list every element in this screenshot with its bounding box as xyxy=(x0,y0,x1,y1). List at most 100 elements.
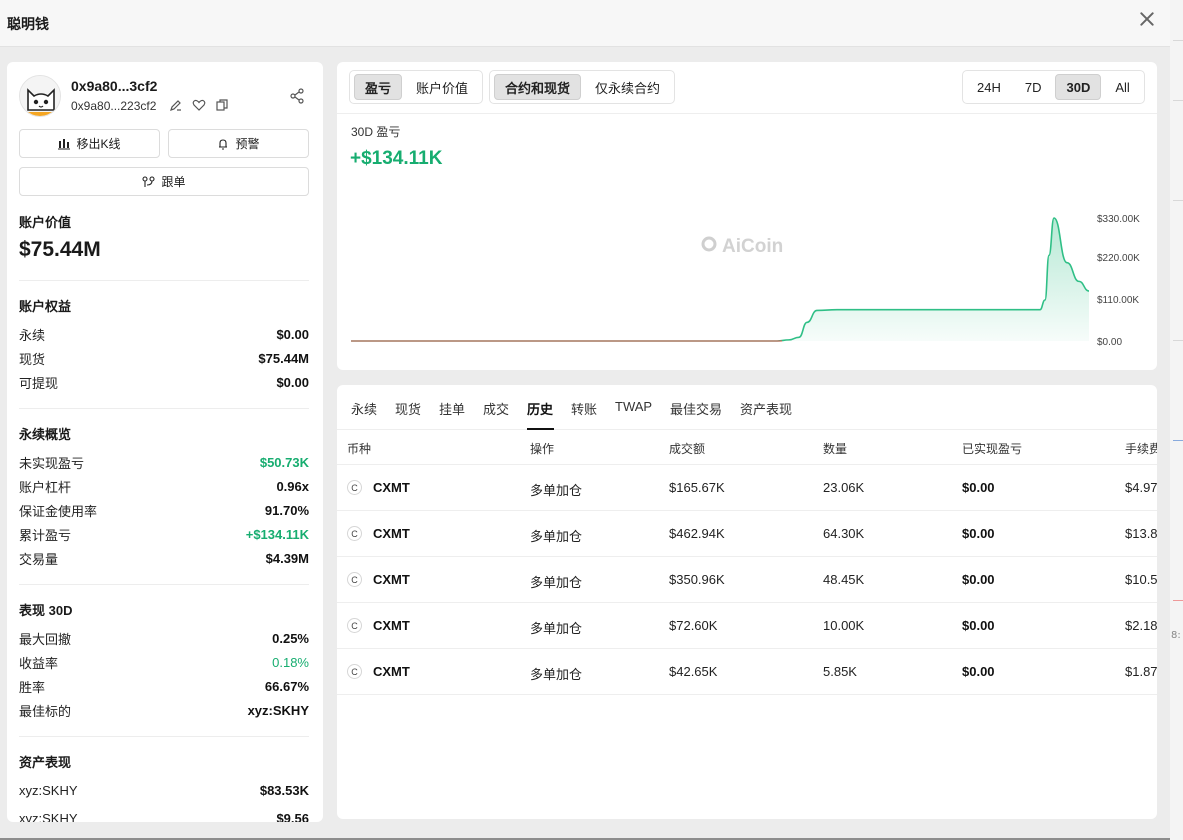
smart-money-modal: 聪明钱 0x9a80...3cf2 0x9a80...223cf2 移出K线 预… xyxy=(0,0,1170,838)
remove-kline-label: 移出K线 xyxy=(76,137,121,151)
metric-toggle: 盈亏 账户价值 xyxy=(349,70,484,104)
y-tick-label: $110.00K xyxy=(1097,295,1139,306)
table-row[interactable]: C CXMT 多单加仓 $462.94K 64.30K $0.00 $13.8 xyxy=(337,511,1157,557)
coin-icon: C xyxy=(347,526,362,541)
perp-row: 累计盈亏 +$134.11K xyxy=(19,526,309,543)
col-realized-pnl: 已实现盈亏 xyxy=(962,442,1023,456)
trade-fee: $13.8 xyxy=(1125,526,1157,541)
perp-row: 账户杠杆 0.96x xyxy=(19,478,309,495)
tab-history[interactable]: 历史 xyxy=(527,399,553,418)
trade-fee: $2.18 xyxy=(1125,618,1157,633)
tab-fills[interactable]: 成交 xyxy=(483,399,509,418)
chart-headline: +$134.11K xyxy=(350,148,443,169)
pnl-chart-card: 盈亏 账户价值 合约和现货 仅永续合约 24H 7D 30D All 30D 盈… xyxy=(337,62,1157,370)
y-tick-label: $330.00K xyxy=(1097,214,1140,225)
account-value-label: 账户价值 xyxy=(19,215,72,230)
tab-pnl[interactable]: 盈亏 xyxy=(354,74,403,100)
table-row[interactable]: C CXMT 多单加仓 $72.60K 10.00K $0.00 $2.18 xyxy=(337,603,1157,649)
background-app-strip: 8: xyxy=(1170,0,1183,840)
realized-pnl: $0.00 xyxy=(962,526,995,541)
tab-7d[interactable]: 7D xyxy=(1015,74,1052,100)
equity-title: 账户权益 xyxy=(19,299,72,314)
tab-twap[interactable]: TWAP xyxy=(615,399,652,414)
range-toggle: 24H 7D 30D All xyxy=(962,70,1145,104)
realized-pnl: $0.00 xyxy=(962,664,995,679)
trade-amount: $350.96K xyxy=(669,572,725,587)
table-row[interactable]: C CXMT 多单加仓 $42.65K 5.85K $0.00 $1.87 xyxy=(337,649,1157,695)
y-tick-label: $220.00K xyxy=(1097,253,1140,264)
perp-row: 未实现盈亏 $50.73K xyxy=(19,454,309,471)
address-actions xyxy=(169,98,229,112)
copy-icon[interactable] xyxy=(215,98,229,112)
table-row[interactable]: C CXMT 多单加仓 $165.67K 23.06K $0.00 $4.97 xyxy=(337,465,1157,511)
tab-asset-performance[interactable]: 资产表现 xyxy=(740,399,792,418)
coin-symbol: CXMT xyxy=(373,572,410,587)
coin-icon: C xyxy=(347,664,362,679)
chart-watermark: AiCoin xyxy=(701,236,783,257)
account-value: $75.44M xyxy=(19,238,101,261)
tab-spot[interactable]: 现货 xyxy=(395,399,421,418)
col-fee: 手续费 xyxy=(1125,442,1157,456)
svg-text:AiCoin: AiCoin xyxy=(722,236,783,257)
tab-24h[interactable]: 24H xyxy=(967,74,1011,100)
wallet-address-full: 0x9a80...223cf2 xyxy=(71,99,157,113)
modal-title: 聪明钱 xyxy=(7,16,49,32)
alert-label: 预警 xyxy=(235,137,260,151)
heart-icon[interactable] xyxy=(192,98,206,112)
asset-performance-title: 资产表现 xyxy=(19,755,72,770)
alert-button[interactable]: 预警 xyxy=(168,129,309,158)
trade-quantity: 5.85K xyxy=(823,664,857,679)
col-coin: 币种 xyxy=(347,442,372,456)
tab-contracts-and-spot[interactable]: 合约和现货 xyxy=(494,74,582,100)
realized-pnl: $0.00 xyxy=(962,572,995,587)
trade-action: 多单加仓 xyxy=(530,575,583,590)
trade-amount: $165.67K xyxy=(669,480,725,495)
table-tabs: 永续 现货 挂单 成交 历史 转账 TWAP 最佳交易 资产表现 xyxy=(337,385,1157,430)
table-header: 币种 操作 成交额 数量 已实现盈亏 手续费 xyxy=(337,430,1157,465)
col-action: 操作 xyxy=(530,442,555,456)
col-amount: 成交额 xyxy=(669,442,706,456)
tab-perp-only[interactable]: 仅永续合约 xyxy=(585,74,670,100)
pnl-area xyxy=(351,218,1089,341)
trade-action: 多单加仓 xyxy=(530,483,583,498)
tab-best-trades[interactable]: 最佳交易 xyxy=(670,399,722,418)
trade-action: 多单加仓 xyxy=(530,529,583,544)
coin-symbol: CXMT xyxy=(373,480,410,495)
trade-quantity: 10.00K xyxy=(823,618,865,633)
copy-trade-label: 跟单 xyxy=(161,175,186,189)
perf-row: 收益率 0.18% xyxy=(19,654,309,671)
perf-row: 最大回撤 0.25% xyxy=(19,630,309,647)
tab-open-orders[interactable]: 挂单 xyxy=(439,399,465,418)
tab-all[interactable]: All xyxy=(1105,74,1139,100)
trade-amount: $462.94K xyxy=(669,526,725,541)
perp-overview-title: 永续概览 xyxy=(19,427,72,442)
share-icon[interactable] xyxy=(289,88,305,104)
chart-subtitle: 30D 盈亏 xyxy=(351,125,400,139)
asset-row: xyz:SKHY $83.53K xyxy=(19,782,309,798)
tab-transfers[interactable]: 转账 xyxy=(571,399,597,418)
copy-trade-button[interactable]: 跟单 xyxy=(19,167,309,196)
tab-perpetual[interactable]: 永续 xyxy=(351,399,377,418)
tab-account-value[interactable]: 账户价值 xyxy=(406,74,478,100)
account-panel: 0x9a80...3cf2 0x9a80...223cf2 移出K线 预警 跟单… xyxy=(7,62,323,822)
close-icon[interactable] xyxy=(1138,10,1156,28)
trade-quantity: 64.30K xyxy=(823,526,865,541)
performance-title: 表现 30D xyxy=(19,603,73,618)
realized-pnl: $0.00 xyxy=(962,480,995,495)
edit-icon[interactable] xyxy=(169,98,183,112)
follow-icon xyxy=(142,175,156,187)
coin-symbol: CXMT xyxy=(373,618,410,633)
equity-row: 可提现 $0.00 xyxy=(19,374,309,391)
modal-header: 聪明钱 xyxy=(0,0,1170,47)
wallet-address: 0x9a80...3cf2 xyxy=(71,78,158,94)
remove-kline-button[interactable]: 移出K线 xyxy=(19,129,160,158)
table-row[interactable]: C CXMT 多单加仓 $350.96K 48.45K $0.00 $10.5 xyxy=(337,557,1157,603)
coin-symbol: CXMT xyxy=(373,664,410,679)
trade-action: 多单加仓 xyxy=(530,667,583,682)
perp-row: 交易量 $4.39M xyxy=(19,550,309,567)
history-table-card: 永续 现货 挂单 成交 历史 转账 TWAP 最佳交易 资产表现 币种 操作 成… xyxy=(337,385,1157,819)
avatar xyxy=(19,75,61,117)
pnl-area-chart: 30D 盈亏 +$134.11K AiCoin $330.00K $220.00K… xyxy=(350,125,1140,348)
tab-30d[interactable]: 30D xyxy=(1055,74,1102,100)
y-tick-label: $0.00 xyxy=(1097,337,1122,348)
